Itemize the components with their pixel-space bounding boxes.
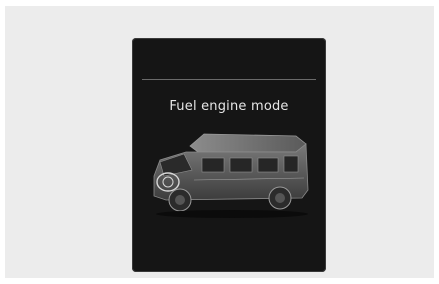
illustration-background: Fuel engine mode (5, 6, 434, 278)
display-divider (142, 79, 316, 80)
engine-mode-label: Fuel engine mode (169, 99, 289, 114)
van-icon (153, 133, 309, 218)
instrument-cluster-display: Fuel engine mode (132, 38, 326, 272)
